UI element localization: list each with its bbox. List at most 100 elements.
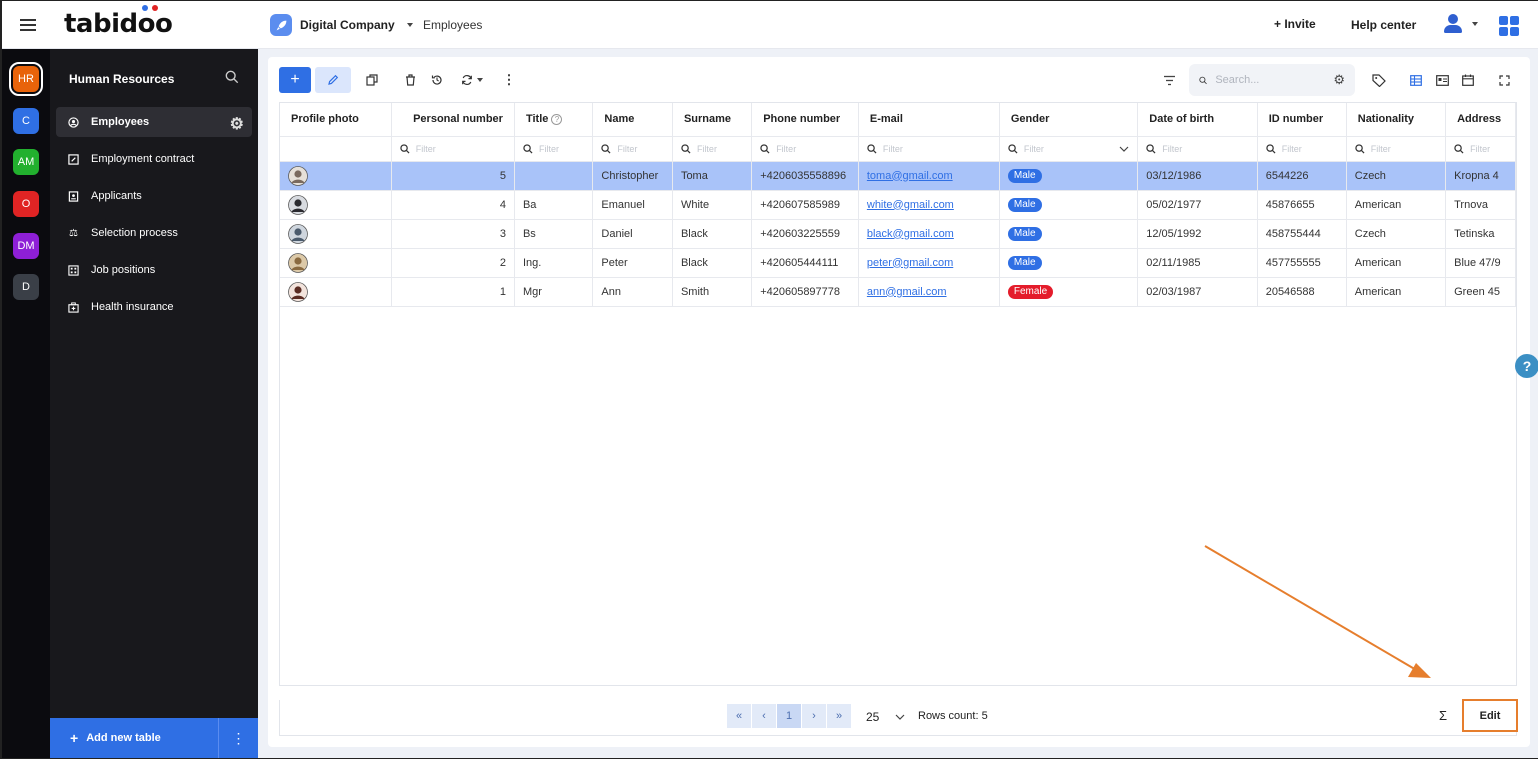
table-row[interactable]: 1 Mgr Ann Smith +420605897778 ann@gmail.com Fe… [280,277,1516,307]
address-cell[interactable]: Blue 47/9 [1445,248,1516,278]
address-cell[interactable]: Tetinska [1445,219,1516,249]
nationality-cell[interactable]: Czech [1346,161,1447,191]
chevron-down-icon[interactable] [1119,144,1129,154]
calendar-view-icon[interactable] [1459,67,1477,93]
gender-cell[interactable]: Male [999,161,1139,191]
photo-cell[interactable] [280,161,392,191]
address-cell[interactable]: Kropna 4 [1445,161,1516,191]
trash-icon[interactable] [402,67,418,93]
workspace-dm[interactable]: DM [13,233,39,259]
column-header-address[interactable]: Address [1445,103,1516,137]
filter-input[interactable]: Filter [1445,136,1516,162]
workspace-hr[interactable]: HR [9,62,43,96]
surname-cell[interactable]: Black [672,219,753,249]
address-cell[interactable]: Green 45 [1445,277,1516,307]
table-row[interactable]: 5 Christopher Toma +4206035558896 toma@gmail… [280,161,1516,191]
sidebar-item-selection-process[interactable]: ⚖ Selection process [56,218,252,248]
date-of-birth-cell[interactable]: 02/03/1987 [1137,277,1258,307]
surname-cell[interactable]: Smith [672,277,753,307]
filter-input[interactable]: Filter [672,136,753,162]
column-header-nationality[interactable]: Nationality [1346,103,1447,137]
table-row[interactable]: 3 Bs Daniel Black +420603225559 black@gmail.c… [280,219,1516,249]
phone-cell[interactable]: +420605897778 [751,277,859,307]
filter-input[interactable]: Filter [1137,136,1258,162]
more-vertical-icon[interactable]: ⋮ [219,718,258,758]
phone-cell[interactable]: +420605444111 [751,248,859,278]
email-cell[interactable]: white@gmail.com [858,190,1000,220]
name-cell[interactable]: Ann [592,277,673,307]
email-link[interactable]: peter@gmail.com [867,257,953,269]
gender-cell[interactable]: Female [999,277,1139,307]
add-row-button[interactable]: + [279,67,311,93]
column-header-phone[interactable]: Phone number [751,103,859,137]
filter-select[interactable]: Filter [999,136,1139,162]
nationality-cell[interactable]: American [1346,190,1447,220]
name-cell[interactable]: Daniel [592,219,673,249]
help-circle-icon[interactable]: ? [551,114,563,126]
date-of-birth-cell[interactable]: 12/05/1992 [1137,219,1258,249]
sidebar-item-job-positions[interactable]: Job positions [56,255,252,285]
table-view-icon[interactable] [1407,67,1425,93]
surname-cell[interactable]: Toma [672,161,753,191]
id-number-cell[interactable]: 457755555 [1257,248,1347,278]
surname-cell[interactable]: Black [672,248,753,278]
invite-button[interactable]: + Invite [1274,17,1316,31]
workspace-c[interactable]: C [13,108,39,134]
tabidoo-logo[interactable]: tabidoo [64,5,173,39]
filter-input[interactable]: Filter [391,136,515,162]
history-icon[interactable] [429,67,445,93]
date-of-birth-cell[interactable]: 02/11/1985 [1137,248,1258,278]
table-row[interactable]: 2 Ing. Peter Black +420605444111 peter@gmail.… [280,248,1516,278]
name-cell[interactable]: Christopher [592,161,673,191]
column-header-personal-number[interactable]: Personal number [391,103,515,137]
date-of-birth-cell[interactable]: 05/02/1977 [1137,190,1258,220]
project-selector[interactable]: Digital Company [270,13,413,37]
fullscreen-icon[interactable] [1496,67,1512,93]
title-cell[interactable] [514,161,594,191]
filter-icon[interactable] [1160,67,1178,93]
photo-cell[interactable] [280,219,392,249]
help-center-link[interactable]: Help center [1351,18,1416,32]
nationality-cell[interactable]: Czech [1346,219,1447,249]
personal-number-cell[interactable]: 4 [391,190,515,220]
edit-mode-button[interactable] [315,67,351,93]
surname-cell[interactable]: White [672,190,753,220]
personal-number-cell[interactable]: 3 [391,219,515,249]
email-link[interactable]: toma@gmail.com [867,170,953,182]
column-header-name[interactable]: Name [592,103,673,137]
more-options-icon[interactable]: ⋮ [502,67,516,93]
phone-cell[interactable]: +4206035558896 [751,161,859,191]
workspace-am[interactable]: AM [13,149,39,175]
search-settings-gear-icon[interactable]: ⚙ [1333,72,1345,88]
current-page-button[interactable]: 1 [777,704,801,728]
copy-icon[interactable] [364,67,380,93]
email-cell[interactable]: black@gmail.com [858,219,1000,249]
title-cell[interactable]: Mgr [514,277,594,307]
page-size-select[interactable]: 25 [866,710,905,724]
personal-number-cell[interactable]: 1 [391,277,515,307]
photo-cell[interactable] [280,190,392,220]
breadcrumb[interactable]: Employees [423,18,482,32]
photo-cell[interactable] [280,248,392,278]
title-cell[interactable]: Bs [514,219,594,249]
phone-cell[interactable]: +420607585989 [751,190,859,220]
filter-input[interactable]: Filter [514,136,594,162]
filter-input[interactable]: Filter [1257,136,1347,162]
filter-input[interactable]: Filter [1346,136,1447,162]
gear-icon[interactable]: ⚙ [230,114,244,134]
workspace-d[interactable]: D [13,274,39,300]
previous-page-icon[interactable]: ‹ [752,704,776,728]
column-header-title[interactable]: Title ? [514,103,594,137]
id-number-cell[interactable]: 458755444 [1257,219,1347,249]
column-header-profile-photo[interactable]: Profile photo [280,103,392,137]
gender-cell[interactable]: Male [999,219,1139,249]
email-link[interactable]: ann@gmail.com [867,286,947,298]
sum-icon[interactable]: Σ [1439,708,1447,723]
column-header-gender[interactable]: Gender [999,103,1139,137]
card-view-icon[interactable] [1433,67,1451,93]
edit-button[interactable]: Edit [1462,699,1518,732]
tag-icon[interactable] [1370,67,1388,93]
apps-grid-icon[interactable] [1499,16,1519,36]
sidebar-item-applicants[interactable]: Applicants [56,181,252,211]
personal-number-cell[interactable]: 5 [391,161,515,191]
